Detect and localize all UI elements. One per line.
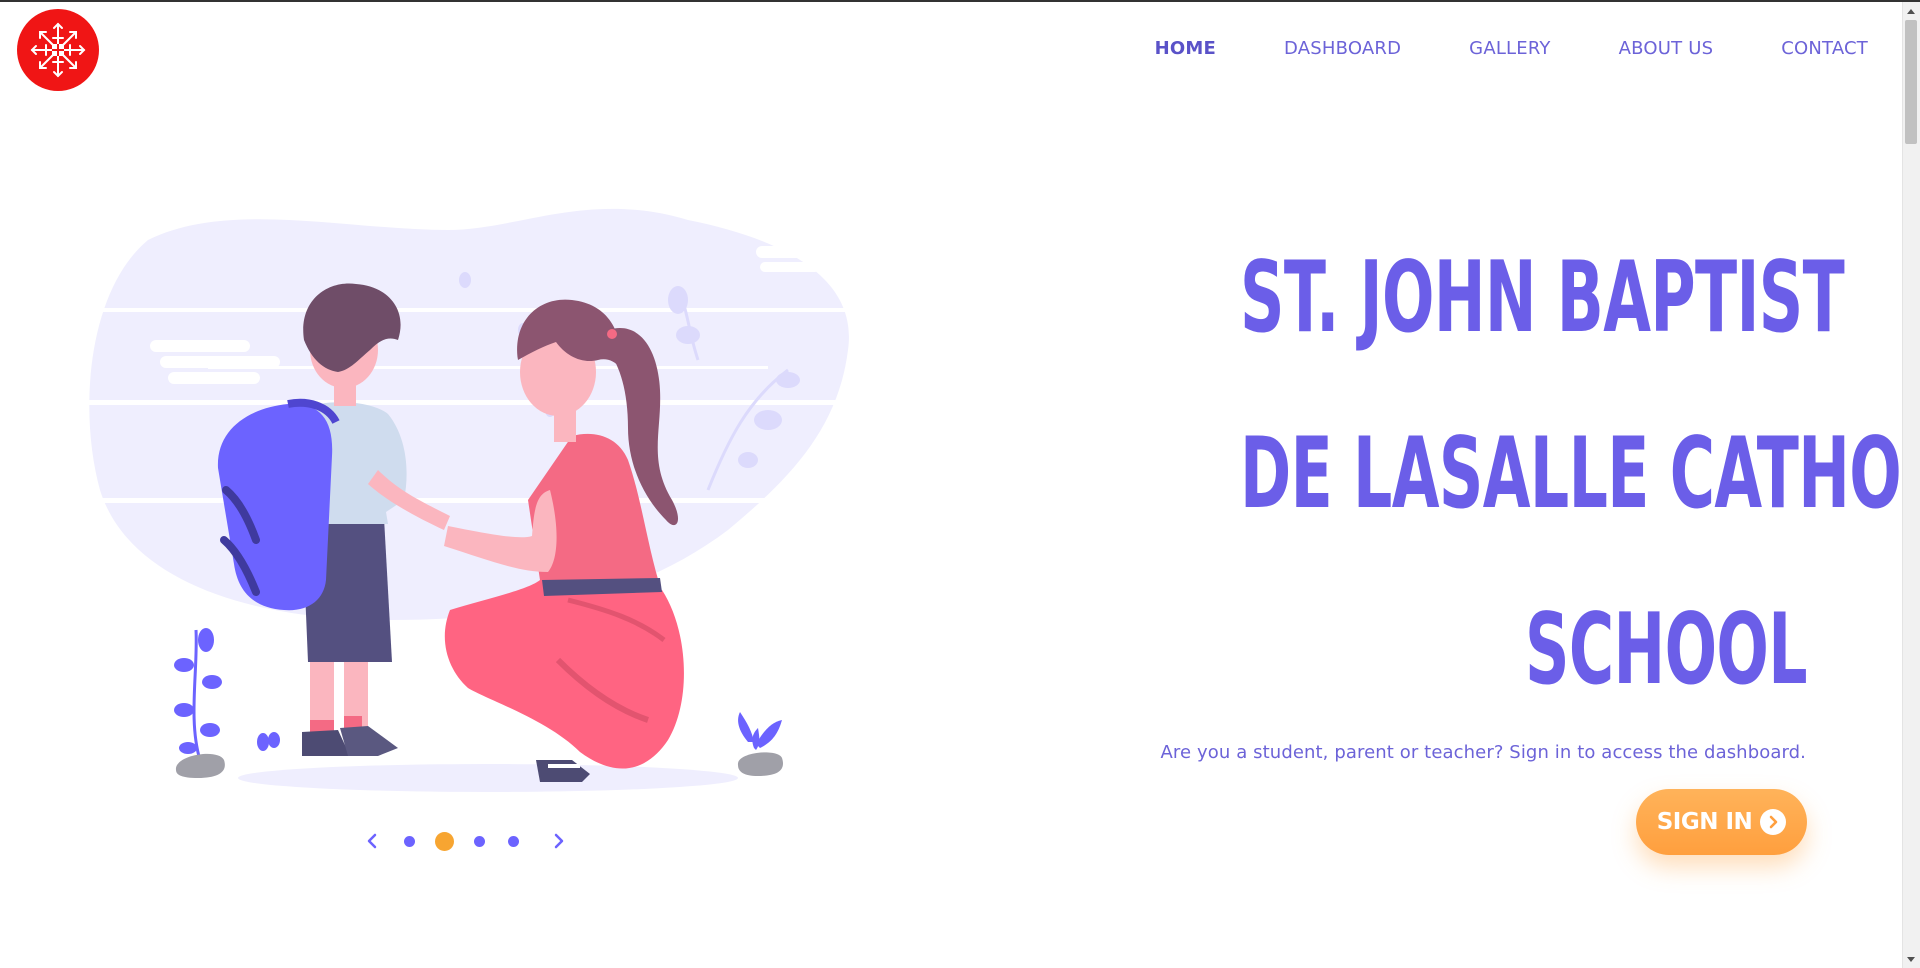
scrollbar-thumb[interactable] — [1905, 20, 1917, 144]
nav-gallery[interactable]: GALLERY — [1469, 38, 1550, 59]
sign-in-button[interactable]: SIGN IN — [1636, 789, 1807, 855]
snowflake-cross-icon — [30, 22, 86, 78]
main-nav: HOME DASHBOARD GALLERY ABOUT US CONTACT — [1087, 38, 1868, 59]
school-logo[interactable] — [17, 9, 99, 91]
slider-controls — [360, 826, 571, 856]
nav-about-us[interactable]: ABOUT US — [1619, 38, 1714, 59]
nav-contact[interactable]: CONTACT — [1781, 38, 1868, 59]
slide-dot-4[interactable] — [508, 835, 519, 847]
chevron-right-icon — [554, 833, 564, 849]
top-border — [0, 0, 1920, 2]
nav-home[interactable]: HOME — [1155, 38, 1216, 59]
chevron-right-circle-icon — [1760, 809, 1787, 835]
hero-illustration — [88, 208, 868, 792]
nav-dashboard[interactable]: DASHBOARD — [1284, 38, 1401, 59]
next-slide-button[interactable] — [547, 829, 571, 853]
title-line-3: SCHOOL — [1525, 593, 1808, 707]
ground-shadow — [238, 764, 738, 792]
title-line-1: ST. JOHN BAPTIST — [1240, 241, 1845, 355]
scroll-down-arrow[interactable] — [1902, 952, 1920, 966]
title-line-2: DE LASALLE CATHOLIC — [1240, 417, 1920, 531]
scroll-up-arrow[interactable] — [1902, 4, 1920, 18]
signin-prompt: Are you a student, parent or teacher? Si… — [1160, 742, 1806, 763]
page-scrollbar[interactable] — [1902, 2, 1920, 968]
slide-dot-3[interactable] — [474, 835, 485, 847]
previous-slide-button[interactable] — [360, 829, 384, 853]
slide-dot-2[interactable] — [435, 831, 454, 851]
slide-dot-1[interactable] — [404, 835, 415, 847]
plant-left — [174, 628, 280, 778]
background-blob — [89, 208, 849, 621]
school-title: ST. JOHN BAPTIST DE LASALLE CATHOLIC SCH… — [1240, 210, 1920, 738]
chevron-left-icon — [367, 833, 377, 849]
sign-in-label: SIGN IN — [1656, 809, 1753, 835]
plant-right — [737, 712, 783, 776]
